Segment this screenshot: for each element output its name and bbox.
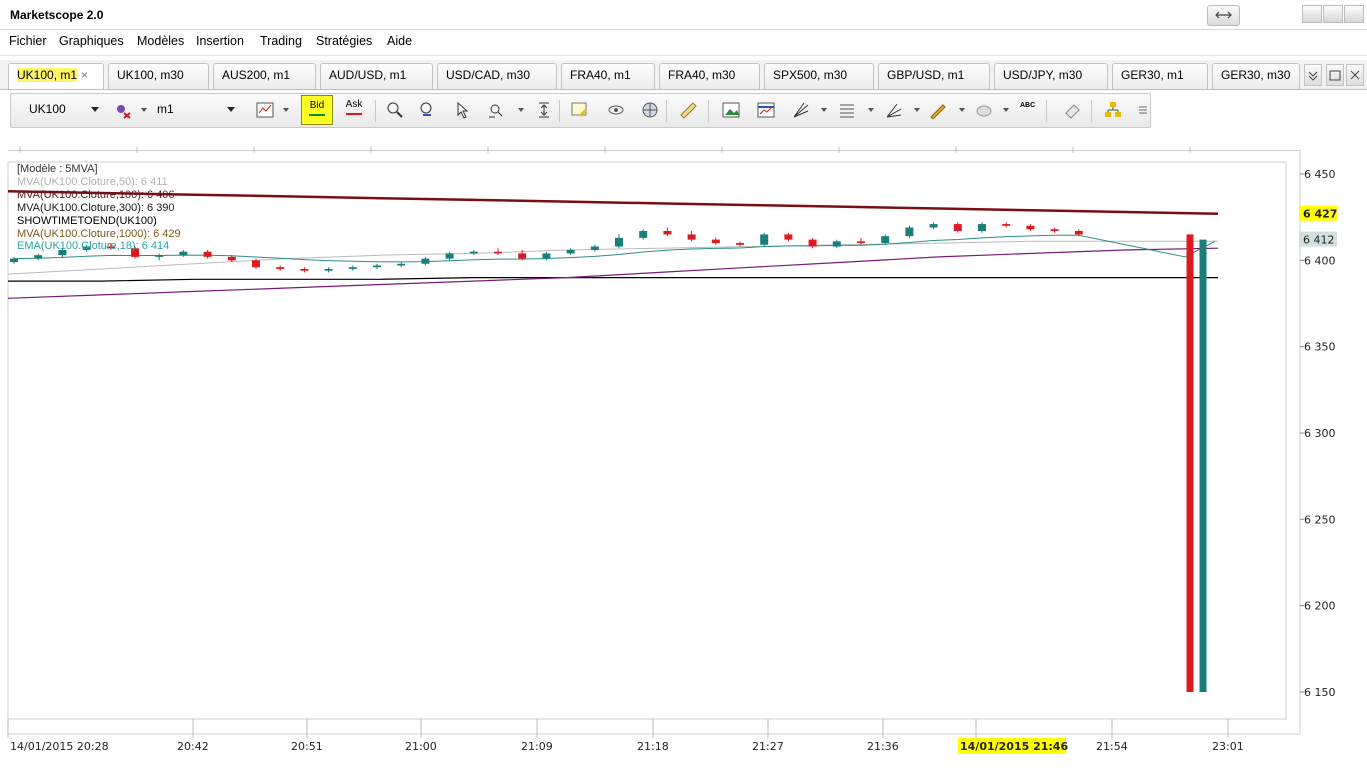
candle-body	[203, 251, 212, 257]
time-label: 14/01/2015 20:28	[10, 740, 109, 753]
candle-body	[469, 251, 478, 254]
time-label: 21:09	[521, 740, 553, 753]
candle-body	[687, 234, 696, 240]
price-marker-text: 6 412	[1303, 234, 1335, 247]
candle-body	[10, 258, 18, 263]
time-label: 21:18	[637, 740, 669, 753]
candle-body	[881, 236, 890, 244]
candle-body	[760, 234, 769, 245]
candle-body	[1002, 224, 1011, 226]
candle-body	[736, 243, 744, 245]
candle-body	[324, 268, 333, 271]
legend-showtime: SHOWTIMETOEND(UK100)	[17, 214, 157, 227]
candle-body	[421, 258, 430, 264]
candle	[760, 232, 769, 247]
candle-body	[397, 263, 406, 266]
candle-body	[663, 230, 672, 235]
candle-body	[1050, 229, 1059, 231]
time-label: 20:42	[177, 740, 209, 753]
ruler-ticks	[19, 147, 1191, 153]
candle-body	[711, 239, 720, 244]
candle-body	[784, 234, 793, 240]
price-label: 6 250	[1304, 513, 1336, 526]
price-marker-1000: 6 427	[1299, 205, 1337, 221]
candle-body	[615, 237, 623, 247]
candle-body	[808, 239, 817, 247]
time-label: 21:36	[867, 740, 899, 753]
price-label: 6 150	[1304, 686, 1336, 699]
candle-body	[300, 268, 309, 271]
candle-body	[276, 267, 285, 269]
price-label: 6 400	[1304, 254, 1336, 267]
price-axis: 6 450 6 400 6 350 6 300 6 250 6 200 6 150 6 427…	[1299, 168, 1337, 699]
candle-body	[494, 251, 502, 254]
candle-body	[373, 265, 381, 268]
candle-body	[590, 246, 599, 250]
time-axis: 14/01/2015 20:28 20:42 20:51 21:00 21:09 21:1…	[7, 719, 1244, 754]
price-marker-bid: 6 412	[1299, 231, 1337, 247]
price-label: 6 450	[1304, 168, 1336, 181]
candle-body	[953, 224, 962, 231]
candle-body	[978, 224, 986, 231]
time-label: 21:00	[405, 740, 437, 753]
candle	[905, 225, 914, 238]
time-label: 20:51	[291, 740, 323, 753]
candle-body	[252, 260, 260, 268]
time-label: 23:01	[1212, 740, 1244, 753]
price-chart[interactable]: 6 450 6 400 6 350 6 300 6 250 6 200 6 150 6 427…	[0, 0, 1367, 768]
candle-body	[348, 267, 357, 269]
candle-body	[445, 253, 454, 259]
candle-body	[227, 256, 236, 261]
candle-body	[1074, 230, 1083, 235]
candle-body	[542, 253, 551, 259]
price-marker-text: 6 427	[1303, 208, 1337, 221]
candle-body	[905, 227, 914, 237]
candle-body	[857, 241, 865, 244]
candle-body	[832, 241, 841, 247]
time-label: 21:27	[752, 740, 784, 753]
legend-mva300: MVA(UK100.Cloture,300): 6 390	[17, 201, 175, 214]
time-label: 14/01/2015 21:46	[960, 740, 1068, 753]
legend-mva100: MVA(UK100.Cloture,100): 6 406	[17, 188, 175, 201]
price-label: 6 300	[1304, 427, 1336, 440]
candle-body	[929, 224, 938, 228]
candle-body	[639, 230, 648, 238]
candle-body	[155, 255, 164, 257]
legend-mva50: MVA(UK100.Cloture,50): 6 411	[17, 175, 168, 188]
spike-bar	[1199, 239, 1207, 692]
legend-model: [Modèle : 5MVA]	[17, 163, 98, 175]
spike-bar	[1186, 234, 1194, 692]
price-label: 6 350	[1304, 341, 1336, 354]
candle-body	[1026, 225, 1035, 230]
indicator-legend: [Modèle : 5MVA] MVA(UK100.Cloture,50): 6…	[17, 163, 181, 253]
price-label: 6 200	[1304, 600, 1336, 613]
candle-body	[566, 249, 575, 254]
time-label: 21:54	[1096, 740, 1128, 753]
legend-mva1000: MVA(UK100.Cloture,1000): 6 429	[17, 227, 181, 240]
plot-frame	[7, 161, 1287, 720]
legend-ema18: EMA(UK100.Cloture,18): 6 414	[17, 240, 170, 253]
candle-body	[34, 255, 43, 259]
candle-body	[518, 253, 527, 259]
